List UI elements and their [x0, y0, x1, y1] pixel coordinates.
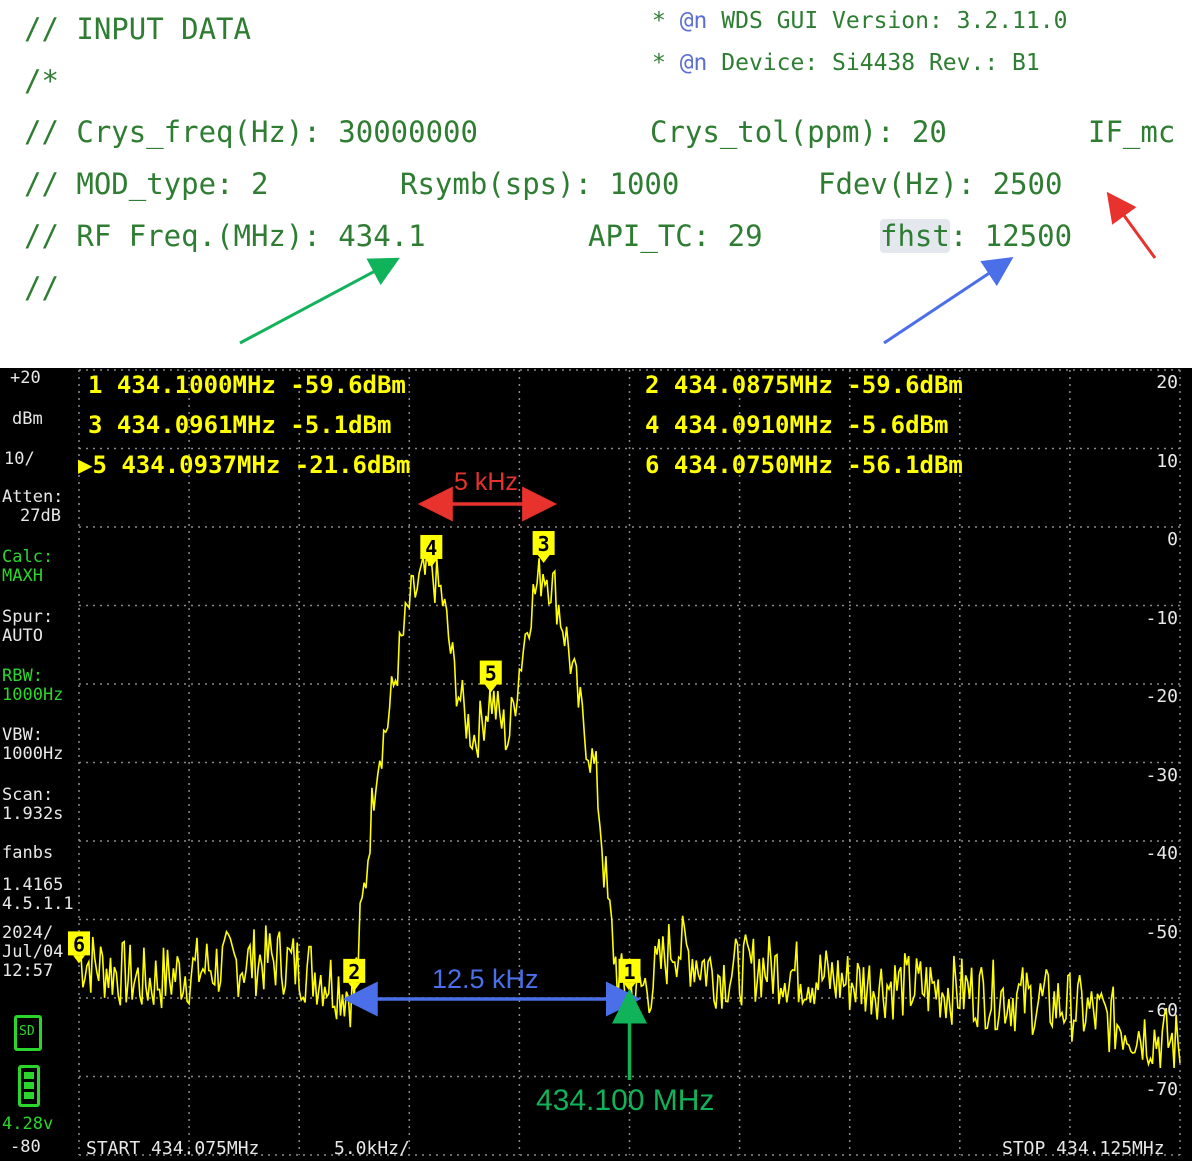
marker-tag-pointer [425, 558, 438, 567]
marker-tag-number: 1 [623, 960, 635, 984]
marker-tag-number: 4 [425, 536, 437, 560]
start-frequency: START 434.075MHz [86, 1138, 260, 1159]
marker-tag-pointer [73, 955, 85, 964]
marker-tag-pointer [484, 684, 497, 693]
center-frequency-label: 434.100 MHz [536, 1084, 715, 1117]
channel-spacing-label: 12.5 kHz [432, 964, 539, 994]
marker-tag-5: 5 [479, 660, 502, 693]
marker-tag-2: 2 [343, 958, 366, 991]
marker-tag-number: 3 [538, 532, 550, 556]
marker-tag-number: 5 [485, 662, 497, 686]
red-arrow [1106, 191, 1157, 259]
blue-arrow [883, 257, 1014, 345]
code-panel: * @n WDS GUI Version: 3.2.11.0 * @n Devi… [0, 0, 1192, 368]
marker-tag-number: 2 [348, 960, 360, 984]
code-arrows [239, 191, 1157, 345]
spectrum-trace-layer: 1 2 3 4 5 6 [68, 486, 1181, 1080]
green-arrow [239, 257, 400, 345]
spectrum-analyzer: +20 dBm 10/ Atten: 27dB Calc: MAXH Spur:… [0, 368, 1192, 1161]
marker-tag-pointer [623, 982, 636, 991]
marker-tag-1: 1 [618, 958, 641, 991]
deviation-label: 5 kHz [454, 468, 518, 496]
marker-tag-6: 6 [68, 931, 90, 964]
stop-frequency: STOP 434.125MHz [1002, 1138, 1165, 1159]
span-per-div: 5.0kHz/ [334, 1138, 410, 1159]
marker-tag-number: 6 [73, 932, 85, 956]
marker-tag-pointer [348, 982, 361, 991]
marker-tag-3: 3 [532, 531, 555, 564]
